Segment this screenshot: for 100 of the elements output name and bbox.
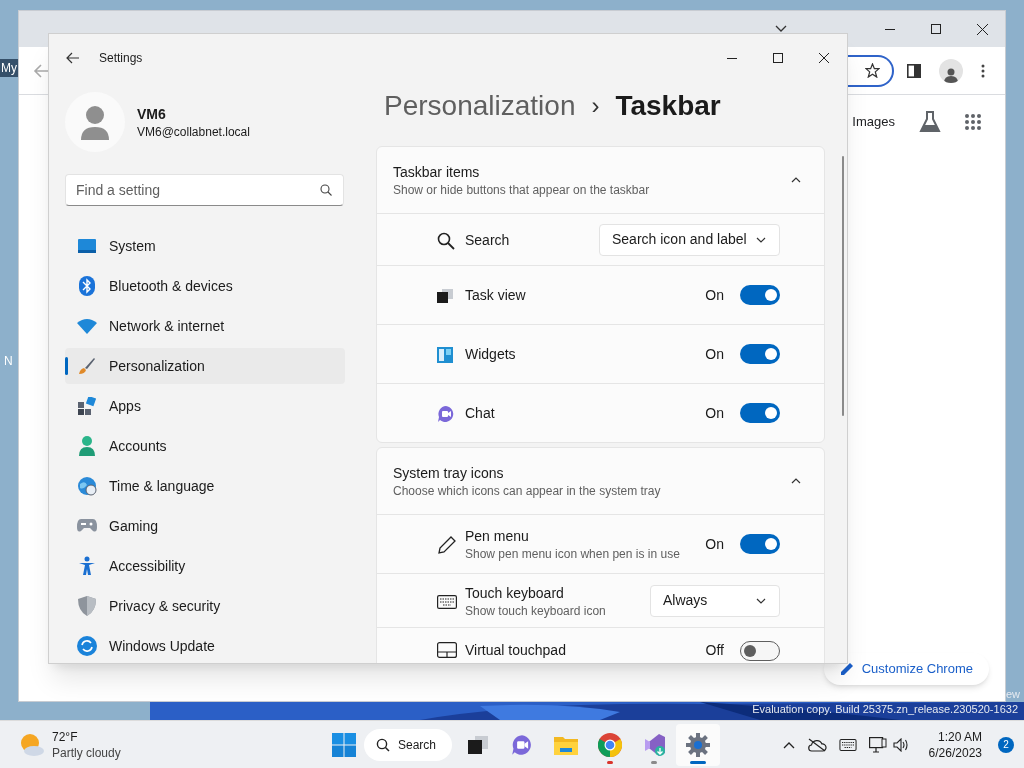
- toggle-switch[interactable]: [740, 344, 780, 364]
- back-arrow-icon: [66, 52, 80, 64]
- search-button[interactable]: Search: [364, 728, 452, 761]
- touchpad-icon: [437, 642, 457, 658]
- clock-time: 1:20 AM: [937, 728, 982, 745]
- customize-chrome-button[interactable]: Customize Chrome: [823, 653, 989, 685]
- scrollbar[interactable]: [842, 156, 844, 416]
- setting-label: Chat: [465, 404, 496, 423]
- minimize-icon: [727, 57, 737, 59]
- task-view-icon: [437, 289, 453, 303]
- clock-date: 6/26/2023: [928, 744, 982, 761]
- nav-item[interactable]: Accessibility: [65, 548, 345, 584]
- toggle-switch[interactable]: [740, 534, 780, 554]
- section-title: System tray icons: [393, 464, 505, 483]
- breadcrumb-separator: ›: [591, 91, 600, 121]
- flask-icon[interactable]: [919, 111, 941, 133]
- person-icon: [79, 436, 95, 456]
- search-field[interactable]: Find a setting: [65, 174, 344, 206]
- toggle-state: On: [705, 534, 724, 554]
- watermark-text: Evaluation copy. Build 25375.zn_release.230520-1632: [752, 702, 1018, 717]
- toggle-state: On: [705, 285, 724, 305]
- maximize-icon: [773, 53, 783, 63]
- more-menu-icon[interactable]: [981, 63, 985, 78]
- sun-cloud-icon: [20, 732, 44, 757]
- browser-logo-icon: [598, 732, 622, 757]
- monitor-icon: [78, 239, 96, 253]
- bluetooth-icon: [79, 276, 95, 296]
- setting-label: Virtual touchpad: [465, 641, 567, 660]
- network-icon[interactable]: [868, 736, 887, 753]
- folder-icon: [554, 734, 578, 755]
- shield-icon: [78, 596, 96, 616]
- tab-search-icon[interactable]: [775, 25, 787, 33]
- toggle-switch[interactable]: [740, 640, 780, 661]
- nav-item[interactable]: Privacy & security: [65, 588, 345, 624]
- setting-label: Search: [465, 230, 511, 250]
- watermark-text: ew: [1005, 687, 1020, 702]
- studio-logo-icon: [642, 732, 666, 757]
- pencil-icon: [839, 662, 854, 676]
- user-name: VM6: [137, 105, 167, 124]
- nav-item[interactable]: Time & language: [65, 468, 345, 504]
- profile-button[interactable]: [939, 58, 963, 83]
- section-title: Taskbar items: [393, 163, 481, 182]
- window-title: Settings: [99, 50, 143, 67]
- globe-clock-icon: [77, 476, 97, 496]
- toggle-state: On: [705, 403, 724, 423]
- pen-icon: [437, 535, 457, 555]
- close-icon: [976, 23, 988, 35]
- chat-icon: [511, 733, 533, 756]
- temperature: 72°F: [52, 728, 79, 745]
- nav-item[interactable]: Gaming: [65, 508, 345, 544]
- desktop-icon-label[interactable]: My: [0, 59, 18, 77]
- setting-label: Task view: [465, 286, 527, 305]
- nav-item[interactable]: Network & internet: [65, 308, 345, 344]
- setting-description: Show touch keyboard icon: [465, 602, 607, 619]
- images-link[interactable]: Images: [852, 112, 895, 132]
- setting-label: Widgets: [465, 345, 517, 364]
- chat-icon: [437, 405, 455, 423]
- clock[interactable]: 1:20 AM 6/26/2023: [928, 728, 982, 761]
- star-icon[interactable]: [865, 63, 880, 78]
- cloud-off-icon[interactable]: [806, 737, 827, 752]
- minimize-icon: [885, 28, 895, 30]
- weather-condition: Partly cloudy: [52, 744, 121, 761]
- apps-grid-icon[interactable]: [965, 114, 981, 130]
- search-icon: [376, 737, 390, 752]
- volume-icon[interactable]: [892, 737, 909, 752]
- toggle-switch[interactable]: [740, 403, 780, 423]
- page-title: Taskbar: [615, 89, 721, 123]
- nav-item[interactable]: Accounts: [65, 428, 345, 464]
- side-panel-icon[interactable]: [907, 63, 921, 78]
- section-subtitle: Choose which icons can appear in the system tray: [393, 483, 662, 499]
- windows-logo-icon: [332, 732, 356, 757]
- gamepad-icon: [77, 519, 97, 533]
- setting-label: Touch keyboard: [465, 583, 565, 603]
- nav-item[interactable]: Personalization: [65, 348, 345, 384]
- dropdown[interactable]: Search icon and label: [599, 223, 780, 256]
- user-email: VM6@collabnet.local: [137, 124, 250, 140]
- notification-badge[interactable]: 2: [998, 736, 1014, 753]
- nav-item[interactable]: Bluetooth & devices: [65, 268, 345, 304]
- accessibility-icon: [78, 556, 96, 576]
- nav-item[interactable]: Windows Update: [65, 628, 345, 663]
- section-subtitle: Show or hide buttons that appear on the taskbar: [393, 182, 651, 198]
- chevron-up-icon[interactable]: [782, 740, 795, 749]
- search-icon: [437, 231, 455, 250]
- toggle-state: Off: [705, 641, 724, 660]
- maximize-icon: [931, 24, 941, 34]
- task-view-icon: [468, 735, 488, 754]
- sync-icon: [77, 636, 97, 656]
- nav-item[interactable]: Apps: [65, 388, 345, 424]
- nav-item[interactable]: System: [65, 228, 345, 264]
- breadcrumb-parent[interactable]: Personalization: [384, 85, 576, 127]
- search-icon: [320, 184, 332, 196]
- close-icon: [819, 53, 829, 63]
- dropdown[interactable]: Always: [650, 584, 780, 617]
- toggle-switch[interactable]: [740, 285, 780, 305]
- weather-widget[interactable]: 72°F Partly cloudy: [20, 728, 130, 761]
- setting-description: Show pen menu icon when pen is in use: [465, 546, 681, 562]
- gear-icon: [686, 732, 710, 757]
- widgets-icon: [437, 347, 453, 363]
- brush-icon: [78, 357, 96, 375]
- keyboard-icon[interactable]: [838, 738, 857, 751]
